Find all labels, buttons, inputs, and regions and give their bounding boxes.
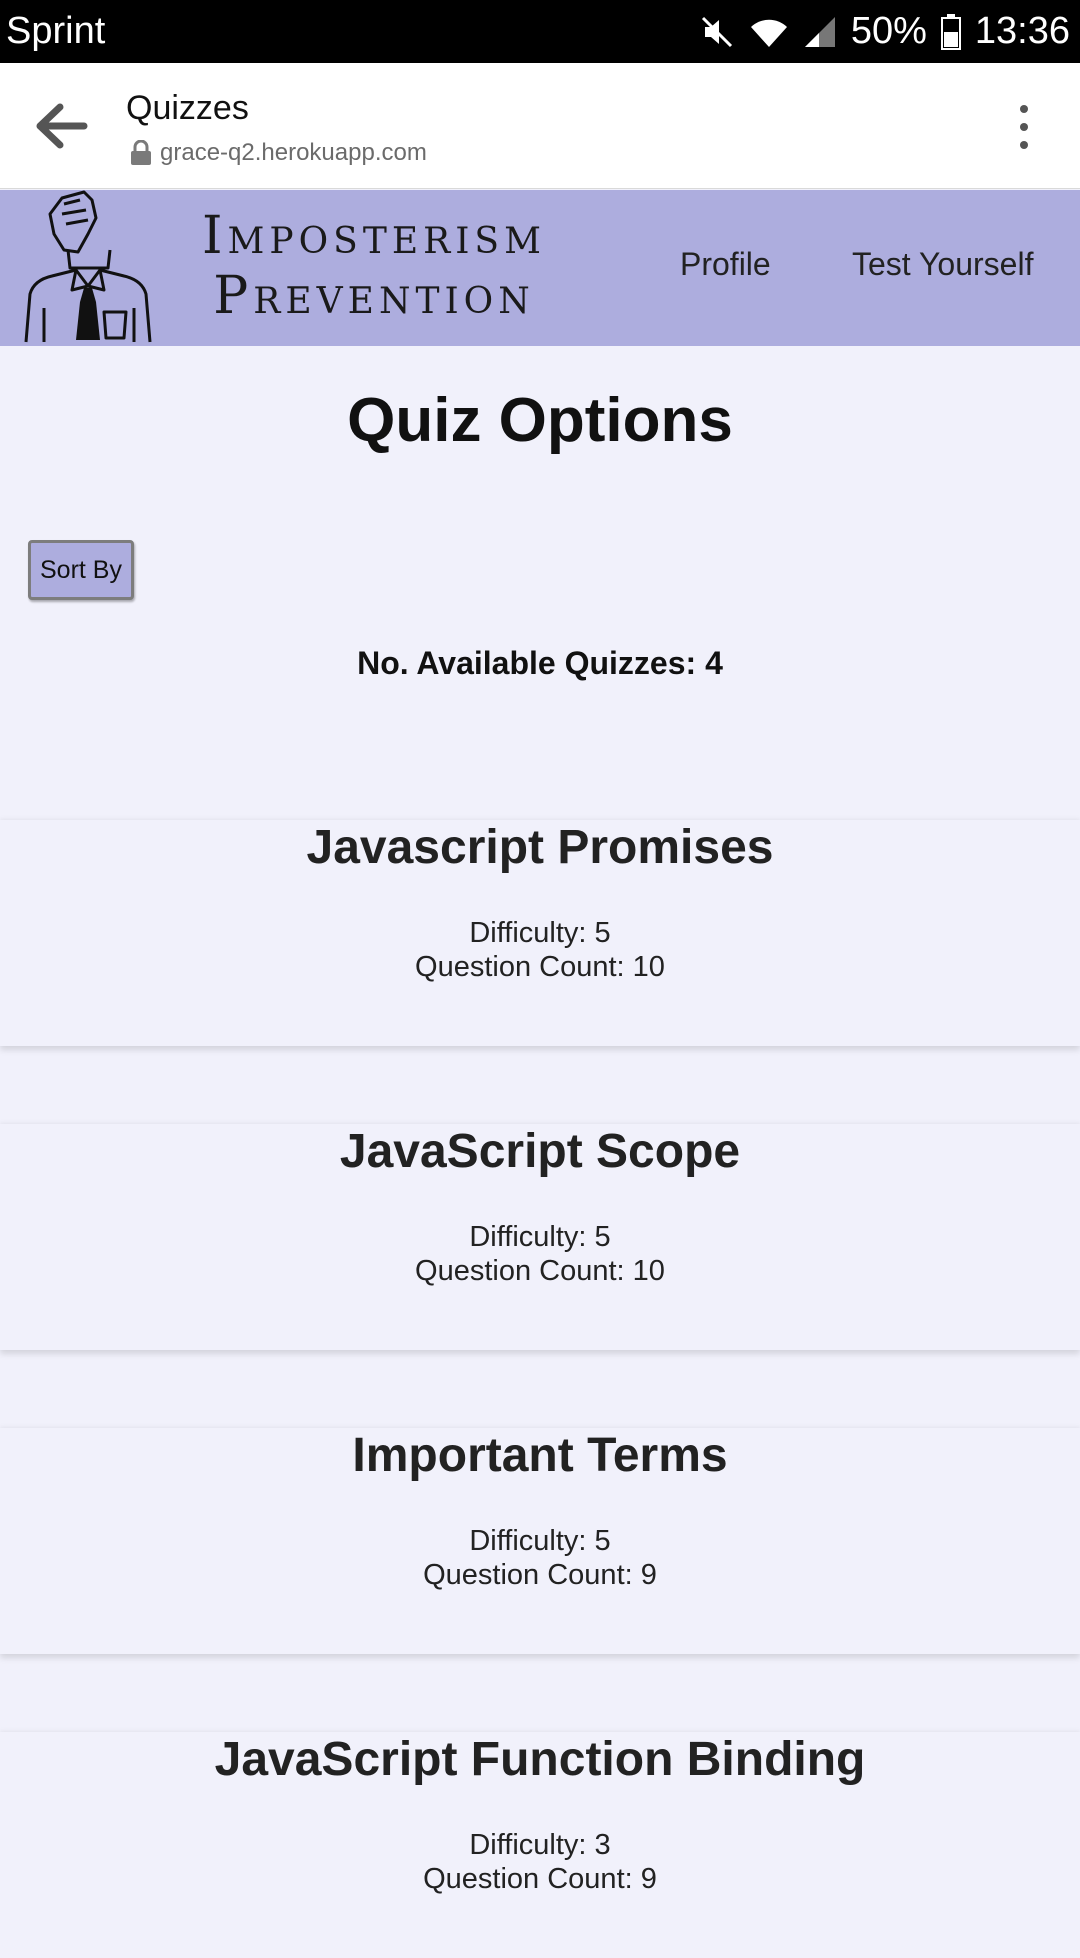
lock-icon (131, 140, 151, 165)
overflow-menu-button[interactable] (1012, 103, 1036, 151)
url-bar[interactable]: grace-q2.herokuapp.com (130, 139, 427, 167)
quiz-options-heading: Quiz Options (347, 386, 733, 455)
quiz-difficulty: Difficulty: 3 (469, 1829, 611, 1861)
quiz-question-count: Question Count: 9 (423, 1559, 657, 1591)
brand-line-1: Imposterism (202, 206, 546, 266)
battery-percent: 50% (850, 10, 927, 52)
site-header: Imposterism Prevention Profile Test Your… (0, 190, 1080, 346)
clock: 13:36 (974, 10, 1070, 52)
quiz-title: JavaScript Function Binding (214, 1733, 866, 1786)
quiz-difficulty: Difficulty: 5 (469, 917, 611, 949)
url-text: grace-q2.herokuapp.com (160, 139, 427, 166)
quiz-card[interactable]: JavaScript Function Binding Difficulty: … (0, 1732, 1080, 1958)
quiz-question-count: Question Count: 10 (415, 951, 665, 983)
sort-by-button[interactable]: Sort By (28, 540, 134, 600)
quiz-card[interactable]: Javascript Promises Difficulty: 5 Questi… (0, 820, 1080, 1046)
brand-line-2: Prevention (213, 266, 535, 326)
quiz-difficulty: Difficulty: 5 (469, 1221, 611, 1253)
signal-icon (803, 15, 837, 49)
browser-toolbar: Quizzes grace-q2.herokuapp.com (0, 63, 1080, 189)
quiz-difficulty: Difficulty: 5 (469, 1525, 611, 1557)
mute-icon (699, 14, 735, 50)
back-button[interactable] (36, 101, 90, 151)
wifi-icon (749, 15, 789, 49)
quiz-question-count: Question Count: 10 (415, 1255, 665, 1287)
quiz-card[interactable]: JavaScript Scope Difficulty: 5 Question … (0, 1124, 1080, 1350)
quiz-question-count: Question Count: 9 (423, 1863, 657, 1895)
nav-test-yourself-link[interactable]: Test Yourself (852, 246, 1033, 283)
arrow-left-icon (36, 103, 88, 149)
raised-fist-logo-icon[interactable] (22, 190, 156, 344)
status-bar: Sprint 50% 13:36 (0, 0, 1080, 63)
quiz-card[interactable]: Important Terms Difficulty: 5 Question C… (0, 1428, 1080, 1654)
quiz-title: JavaScript Scope (339, 1125, 741, 1178)
quiz-title: Javascript Promises (306, 821, 774, 874)
carrier-label: Sprint (6, 10, 106, 52)
battery-icon (940, 13, 961, 50)
available-quizzes-count: No. Available Quizzes: 4 (357, 645, 723, 681)
quiz-title: Important Terms (352, 1429, 728, 1482)
more-vertical-icon (1020, 105, 1028, 149)
brand-title[interactable]: Imposterism Prevention (164, 210, 584, 322)
page-title: Quizzes (126, 89, 249, 127)
nav-profile-link[interactable]: Profile (680, 246, 771, 283)
status-icons: 50% 13:36 (699, 10, 1070, 53)
